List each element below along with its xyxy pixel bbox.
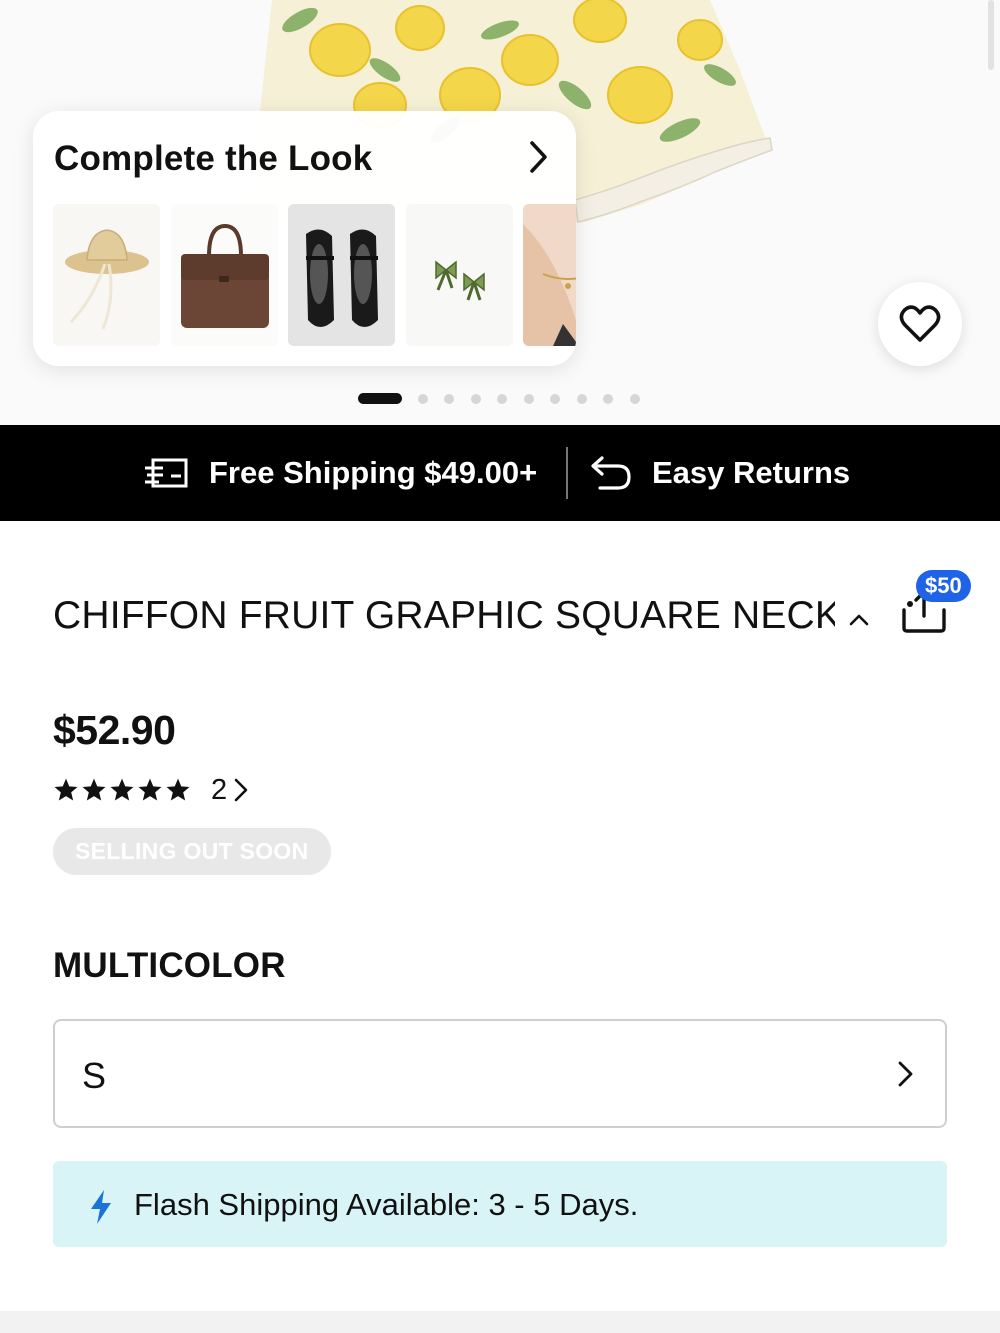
banner-divider [566, 447, 568, 499]
carousel-dot-active[interactable] [358, 393, 402, 404]
look-item-bow-earrings[interactable] [406, 204, 513, 346]
free-shipping-item[interactable]: Free Shipping $49.00+ [145, 425, 537, 521]
chevron-up-icon[interactable] [846, 608, 872, 630]
easy-returns-label: Easy Returns [652, 455, 851, 490]
product-rating[interactable]: 2 [53, 772, 249, 808]
star-icon [110, 778, 134, 801]
chevron-right-icon [898, 1061, 913, 1087]
carousel-dot[interactable] [444, 394, 454, 404]
flash-shipping-text: Flash Shipping Available: 3 - 5 Days. [134, 1187, 639, 1222]
star-icon [82, 778, 106, 801]
product-title: CHIFFON FRUIT GRAPHIC SQUARE NECK LANTER… [53, 594, 835, 637]
look-item-brown-handbag[interactable] [171, 204, 278, 346]
shipping-returns-banner[interactable]: Free Shipping $49.00+ Easy Returns [0, 425, 1000, 521]
complete-the-look-card[interactable]: Complete the Look [33, 111, 576, 366]
selling-out-soon-badge: SELLING OUT SOON [53, 828, 331, 875]
star-icon [54, 778, 78, 801]
chevron-right-icon[interactable] [523, 139, 553, 175]
selected-size: S [82, 1055, 107, 1096]
wishlist-button[interactable] [878, 282, 962, 366]
color-name: MULTICOLOR [53, 946, 286, 985]
return-arrow-icon [591, 456, 631, 490]
rating-stars [53, 777, 191, 803]
carousel-dot[interactable] [603, 394, 613, 404]
product-image-gallery[interactable]: Complete the Look [0, 0, 1000, 425]
size-selector[interactable]: S [53, 1019, 947, 1128]
review-count[interactable]: 2 [211, 774, 227, 807]
carousel-dot[interactable] [497, 394, 507, 404]
chevron-right-icon[interactable] [233, 777, 249, 803]
carousel-dot[interactable] [418, 394, 428, 404]
star-icon [138, 778, 162, 801]
heart-icon [899, 305, 941, 342]
free-shipping-label: Free Shipping $49.00+ [209, 455, 538, 490]
look-item-straw-hat[interactable] [53, 204, 160, 346]
carousel-dot[interactable] [471, 394, 481, 404]
product-price: $52.90 [53, 707, 176, 753]
carousel-dot[interactable] [577, 394, 587, 404]
complete-the-look-title: Complete the Look [54, 139, 373, 178]
page-scrollbar[interactable] [988, 0, 994, 70]
look-item-black-flats[interactable] [288, 204, 395, 346]
complete-the-look-items [53, 204, 576, 346]
star-icon [166, 778, 190, 801]
share-button[interactable]: $50 [896, 570, 980, 636]
flash-shipping-notice: Flash Shipping Available: 3 - 5 Days. [53, 1161, 947, 1247]
look-item-bracelet[interactable] [523, 204, 576, 346]
shipping-icon [145, 458, 188, 488]
carousel-dot[interactable] [524, 394, 534, 404]
carousel-dot[interactable] [630, 394, 640, 404]
carousel-dot[interactable] [550, 394, 560, 404]
easy-returns-item[interactable]: Easy Returns [590, 425, 850, 521]
share-reward-badge: $50 [916, 570, 971, 602]
lightning-bolt-icon [91, 1190, 111, 1224]
section-divider [0, 1311, 1000, 1333]
